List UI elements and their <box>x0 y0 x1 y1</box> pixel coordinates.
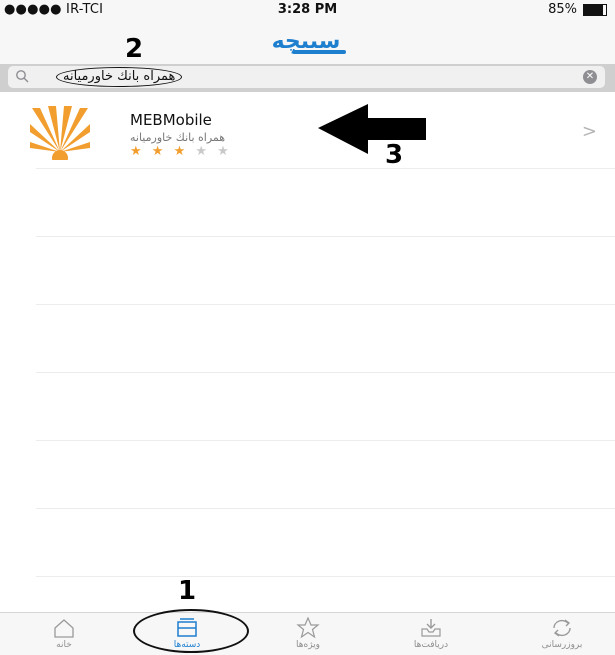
result-row[interactable]: MEBMobile همراه بانك خاورميانه ★ ★ ★ ★ ★… <box>0 98 615 168</box>
meb-app-icon <box>30 106 90 160</box>
annotation-2: 2 <box>125 34 144 64</box>
search-query[interactable]: همراه بانك خاورميانه <box>56 67 183 87</box>
tab-featured-label: ویژه‌ها <box>295 640 321 650</box>
list-divider <box>36 372 615 373</box>
app-name: MEBMobile <box>130 111 212 129</box>
list-divider <box>36 576 615 577</box>
list-divider <box>36 236 615 237</box>
chevron-right-icon: > <box>581 121 597 142</box>
star-icon <box>296 617 320 639</box>
list-divider <box>36 508 615 509</box>
tab-updates-label: بروزرسانی <box>541 640 583 650</box>
status-bar: ●●●●● IR-TCI 3:28 PM 85% <box>0 0 615 20</box>
logo-underline <box>292 50 346 54</box>
list-divider <box>36 440 615 441</box>
list-divider <box>36 168 615 169</box>
app-logo: سیبچه <box>256 28 356 56</box>
tab-home-label: خانه <box>56 640 72 650</box>
tab-featured[interactable]: ویژه‌ها <box>268 613 348 655</box>
battery-indicator: 85% <box>548 2 607 17</box>
rating-stars-filled: ★ ★ ★ <box>130 144 189 159</box>
search-bar: همراه بانك خاورميانه ✕ <box>0 64 615 92</box>
tab-downloads-label: دریافت‌ها <box>413 640 449 650</box>
clear-search-button[interactable]: ✕ <box>583 70 597 84</box>
annotation-oval <box>133 609 249 653</box>
rating-stars: ★ ★ ★ ★ ★ <box>130 144 232 159</box>
rating-stars-empty: ★ ★ <box>195 144 232 159</box>
list-divider <box>36 304 615 305</box>
tab-updates[interactable]: بروزرسانی <box>522 613 602 655</box>
tab-bar: خانه دسته‌ها ویژه‌ها دریافت‌ها بروزرسانی <box>0 612 615 655</box>
download-icon <box>421 619 441 637</box>
annotation-arrow <box>318 104 426 154</box>
tab-home[interactable]: خانه <box>24 613 104 655</box>
status-time: 3:28 PM <box>277 2 338 17</box>
search-icon <box>16 70 29 83</box>
nav-bar: سیبچه <box>0 20 615 65</box>
annotation-3: 3 <box>385 140 404 170</box>
battery-icon <box>583 3 607 16</box>
annotation-1: 1 <box>178 576 197 606</box>
app-subtitle: همراه بانك خاورميانه <box>130 131 226 144</box>
search-input[interactable]: همراه بانك خاورميانه ✕ <box>8 66 605 88</box>
refresh-icon <box>553 619 571 637</box>
battery-percent: 85% <box>548 2 577 17</box>
home-icon <box>54 619 74 638</box>
tab-downloads[interactable]: دریافت‌ها <box>391 613 471 655</box>
